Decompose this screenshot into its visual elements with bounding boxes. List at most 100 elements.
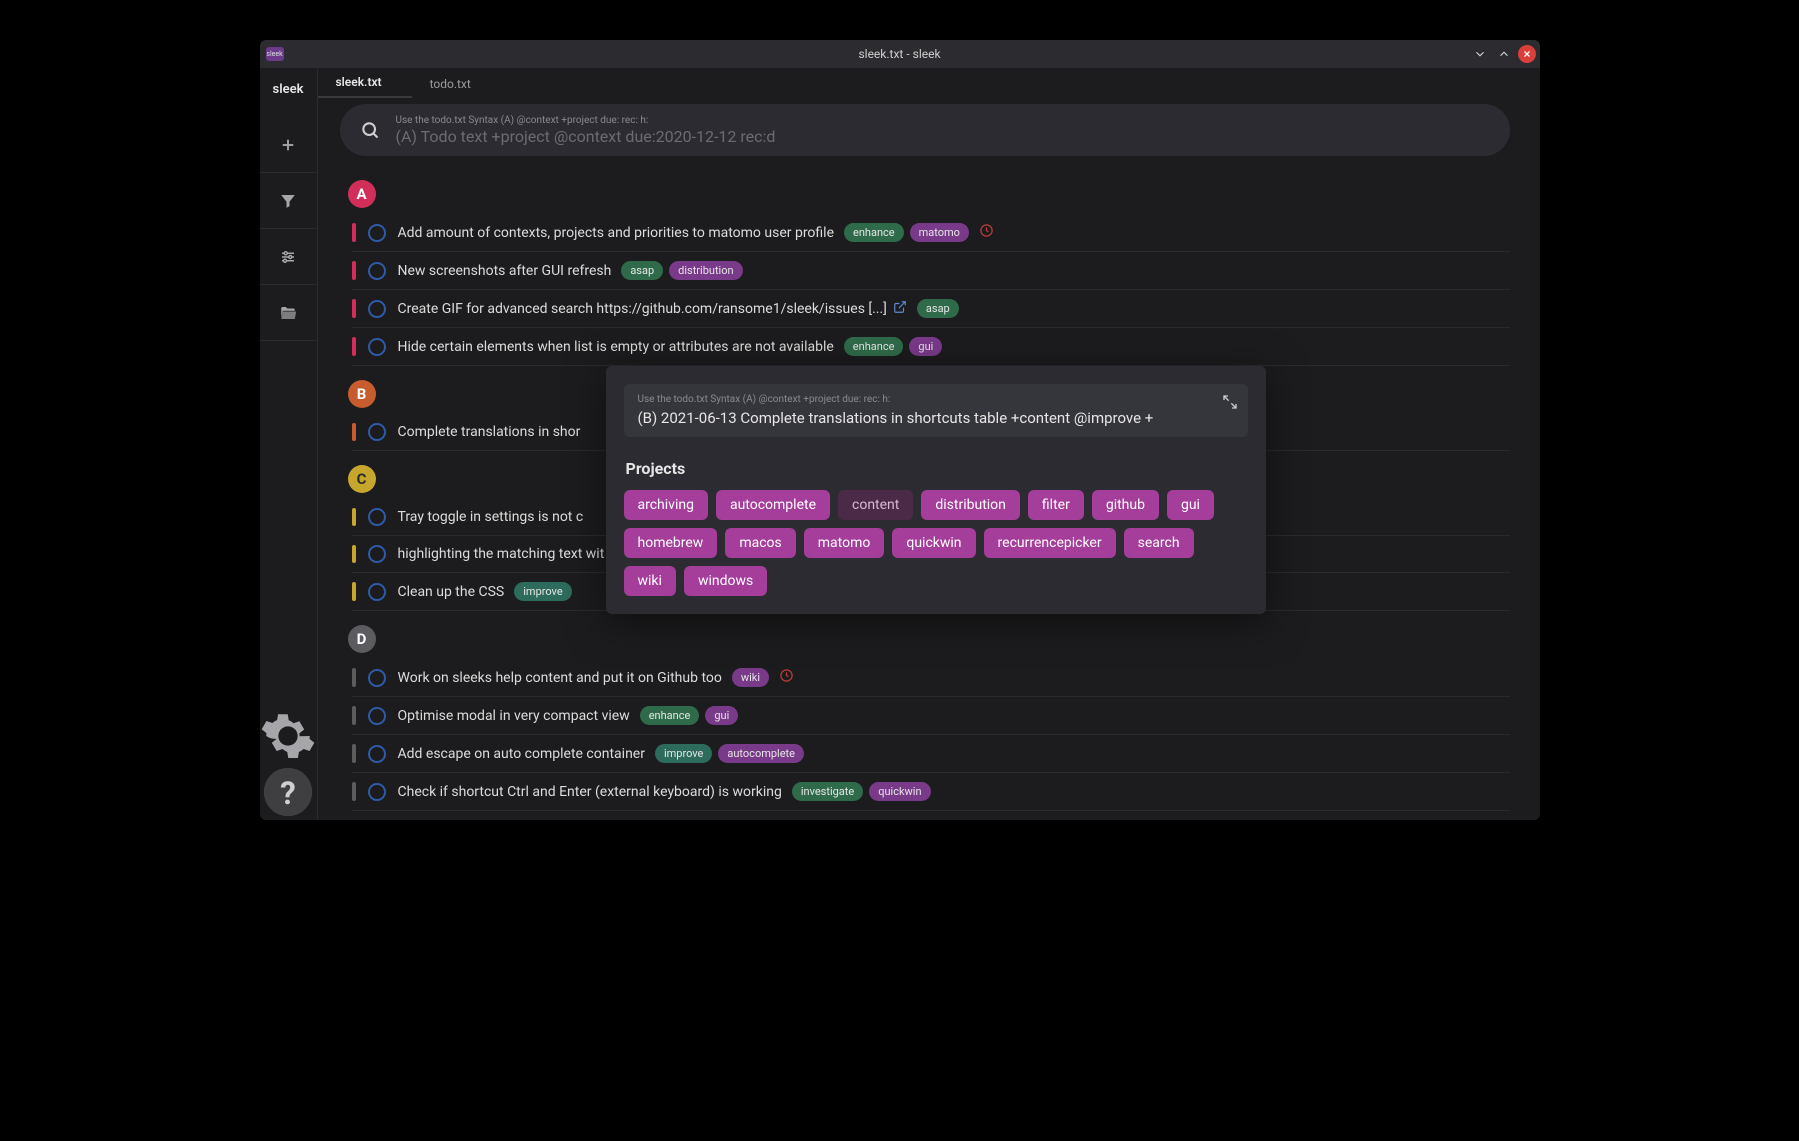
project-tag[interactable]: distribution	[921, 490, 1020, 520]
open-file-button[interactable]	[260, 285, 318, 341]
sidebar: sleek ?	[260, 68, 318, 820]
todo-text: New screenshots after GUI refresh	[398, 263, 612, 279]
todo-text: Work on sleeks help content and put it o…	[398, 670, 722, 686]
tag[interactable]: distribution	[669, 261, 742, 280]
todo-text: Check if shortcut Ctrl and Enter (extern…	[398, 784, 782, 800]
todo-row[interactable]: Create GIF for advanced search https://g…	[352, 290, 1510, 328]
add-button[interactable]	[260, 117, 318, 173]
tab-todo-txt[interactable]: todo.txt	[412, 70, 501, 98]
priority-bar	[352, 337, 356, 356]
priority-bar	[352, 299, 356, 318]
complete-checkbox[interactable]	[368, 224, 386, 242]
priority-bar	[352, 261, 356, 280]
priority-bar	[352, 545, 356, 563]
todo-text: Hide certain elements when list is empty…	[398, 339, 834, 355]
project-tag[interactable]: gui	[1167, 490, 1214, 520]
tag[interactable]: improve	[514, 582, 571, 601]
filter-button[interactable]	[260, 173, 318, 229]
tag[interactable]: enhance	[844, 223, 904, 242]
project-tag[interactable]: quickwin	[892, 528, 975, 558]
collapse-icon[interactable]	[1222, 394, 1238, 414]
priority-bar	[352, 782, 356, 801]
due-clock-icon	[979, 223, 994, 242]
project-tag[interactable]: archiving	[624, 490, 708, 520]
project-tag[interactable]: macos	[725, 528, 795, 558]
tag[interactable]: gui	[909, 337, 942, 356]
complete-checkbox[interactable]	[368, 338, 386, 356]
minimize-button[interactable]	[1470, 44, 1490, 64]
todo-text: Add escape on auto complete container	[398, 746, 645, 762]
priority-bar	[352, 744, 356, 763]
search-input[interactable]: Use the todo.txt Syntax (A) @context +pr…	[340, 104, 1510, 156]
tab-sleek-txt[interactable]: sleek.txt	[318, 68, 412, 98]
priority-bar	[352, 508, 356, 526]
modal-section-title: Projects	[626, 459, 1248, 478]
priority-bar	[352, 706, 356, 725]
project-tag[interactable]: homebrew	[624, 528, 718, 558]
maximize-button[interactable]	[1494, 44, 1514, 64]
close-button[interactable]	[1518, 45, 1536, 63]
priority-bar	[352, 223, 356, 242]
titlebar: sleek sleek.txt - sleek	[260, 40, 1540, 68]
todo-row[interactable]: Check if shortcut Ctrl and Enter (extern…	[352, 773, 1510, 811]
complete-checkbox[interactable]	[368, 707, 386, 725]
modal-text: (B) 2021-06-13 Complete translations in …	[638, 409, 1234, 427]
todo-text: highlighting the matching text wit	[398, 546, 605, 562]
tag[interactable]: asap	[621, 261, 663, 280]
sliders-button[interactable]	[260, 229, 318, 285]
app-icon: sleek	[266, 47, 284, 61]
tag[interactable]: gui	[705, 706, 738, 725]
tag[interactable]: autocomplete	[718, 744, 804, 763]
todo-row[interactable]: Add amount of contexts, projects and pri…	[352, 214, 1510, 252]
complete-checkbox[interactable]	[368, 262, 386, 280]
tag[interactable]: wiki	[732, 668, 769, 687]
external-link-icon[interactable]	[893, 299, 907, 318]
help-button[interactable]: ?	[260, 764, 318, 820]
complete-checkbox[interactable]	[368, 783, 386, 801]
complete-checkbox[interactable]	[368, 745, 386, 763]
priority-bar	[352, 582, 356, 601]
project-tag[interactable]: filter	[1028, 490, 1084, 520]
tag[interactable]: enhance	[844, 337, 904, 356]
complete-checkbox[interactable]	[368, 583, 386, 601]
svg-text:?: ?	[280, 775, 296, 812]
todo-text: Create GIF for advanced search https://g…	[398, 301, 887, 317]
todo-row[interactable]: New screenshots after GUI refresh asapdis…	[352, 252, 1510, 290]
tag[interactable]: quickwin	[869, 782, 930, 801]
settings-button[interactable]	[260, 708, 318, 764]
todo-text: Clean up the CSS	[398, 584, 505, 600]
project-tag[interactable]: autocomplete	[716, 490, 830, 520]
project-tag[interactable]: windows	[684, 566, 767, 596]
modal-input[interactable]: Use the todo.txt Syntax (A) @context +pr…	[624, 384, 1248, 437]
todo-row[interactable]: Work on sleeks help content and put it o…	[352, 659, 1510, 697]
project-tag[interactable]: search	[1124, 528, 1194, 558]
complete-checkbox[interactable]	[368, 508, 386, 526]
priority-bar	[352, 668, 356, 687]
tag[interactable]: asap	[917, 299, 959, 318]
todo-row[interactable]: Add escape on auto complete container imp…	[352, 735, 1510, 773]
priority-badge-B: B	[348, 380, 376, 408]
project-tag[interactable]: recurrencepicker	[984, 528, 1116, 558]
complete-checkbox[interactable]	[368, 669, 386, 687]
priority-badge-C: C	[348, 465, 376, 493]
priority-badge-D: D	[348, 625, 376, 653]
app-window: sleek sleek.txt - sleek sleek ? sleek.tx…	[260, 40, 1540, 820]
due-clock-icon	[779, 668, 794, 687]
complete-checkbox[interactable]	[368, 423, 386, 441]
project-tag[interactable]: matomo	[804, 528, 885, 558]
tag[interactable]: enhance	[640, 706, 700, 725]
complete-checkbox[interactable]	[368, 300, 386, 318]
modal-hint: Use the todo.txt Syntax (A) @context +pr…	[638, 394, 1234, 405]
search-placeholder: (A) Todo text +project @context due:2020…	[396, 127, 776, 146]
project-tag[interactable]: content	[838, 490, 913, 520]
todo-row[interactable]: Optimise modal in very compact viewenhan…	[352, 697, 1510, 735]
tag[interactable]: improve	[655, 744, 712, 763]
todo-row[interactable]: Hide certain elements when list is empty…	[352, 328, 1510, 366]
complete-checkbox[interactable]	[368, 545, 386, 563]
project-tag[interactable]: wiki	[624, 566, 676, 596]
tag[interactable]: investigate	[792, 782, 863, 801]
tag[interactable]: matomo	[910, 223, 969, 242]
project-tag[interactable]: github	[1092, 490, 1159, 520]
search-hint: Use the todo.txt Syntax (A) @context +pr…	[396, 115, 776, 126]
todo-text: Tray toggle in settings is not c	[398, 509, 584, 525]
